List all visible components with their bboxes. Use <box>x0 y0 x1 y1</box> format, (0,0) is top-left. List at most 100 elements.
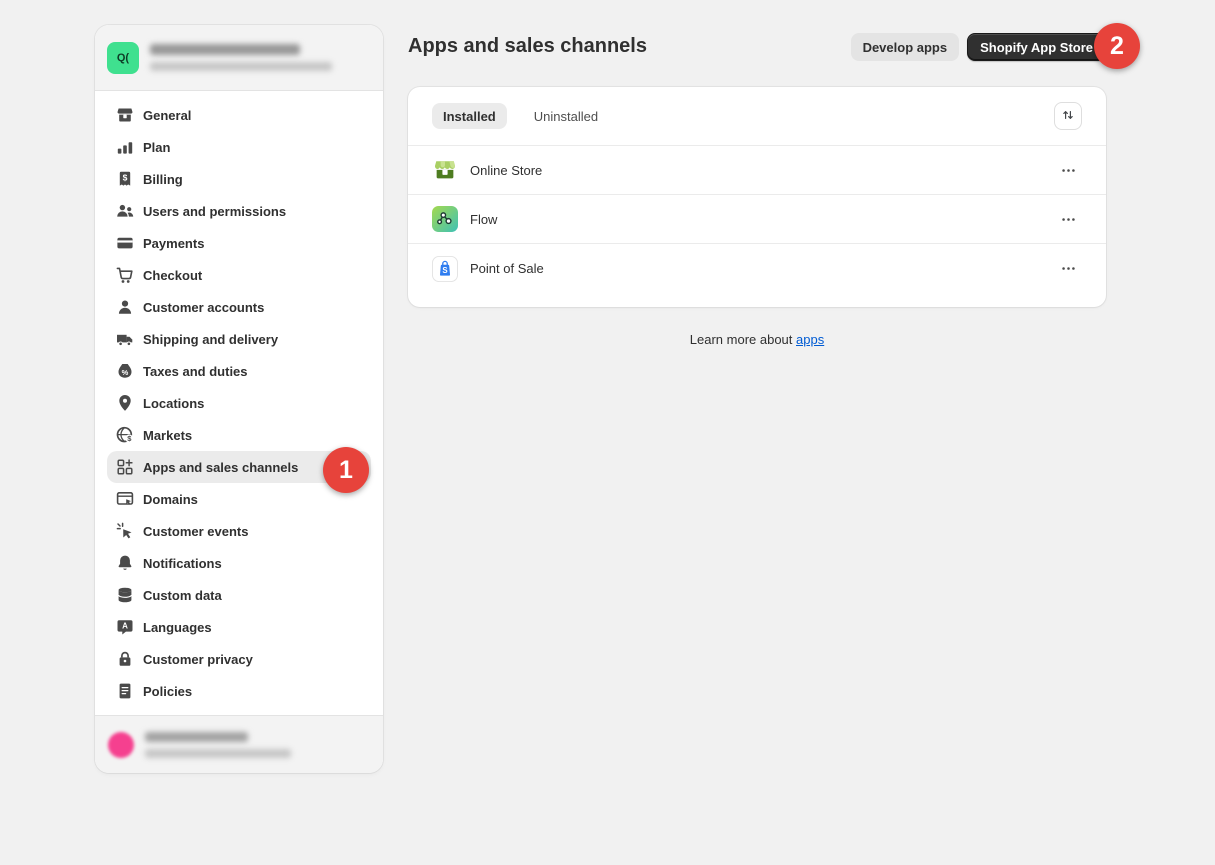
billing-icon: $ <box>115 169 135 189</box>
user-email-redacted <box>145 749 291 758</box>
svg-text:S: S <box>442 266 447 275</box>
sort-arrows-icon <box>1060 107 1076 126</box>
store-email-redacted <box>150 62 332 71</box>
apps-card: Installed Uninstalled Online Store Flow … <box>408 87 1106 307</box>
store-avatar-initials: Q( <box>117 52 129 64</box>
lock-icon <box>115 649 135 669</box>
sidebar-item-general[interactable]: General <box>107 99 371 131</box>
sidebar-item-notifications[interactable]: Notifications <box>107 547 371 579</box>
app-row-flow[interactable]: Flow <box>408 195 1106 244</box>
sidebar-item-customer-events[interactable]: Customer events <box>107 515 371 547</box>
sidebar-item-languages[interactable]: A Languages <box>107 611 371 643</box>
sidebar-item-label: Apps and sales channels <box>143 460 298 475</box>
online-store-icon <box>432 157 458 183</box>
translate-icon: A <box>115 617 135 637</box>
settings-sidebar: Q( General Plan $ Billing Users and perm… <box>95 25 383 773</box>
cart-icon <box>115 265 135 285</box>
user-avatar <box>108 732 134 758</box>
sidebar-item-users-and-permissions[interactable]: Users and permissions <box>107 195 371 227</box>
develop-apps-button[interactable]: Develop apps <box>851 33 960 61</box>
sort-button[interactable] <box>1054 102 1082 130</box>
user-profile[interactable] <box>95 715 383 773</box>
svg-text:A: A <box>122 622 128 631</box>
bell-icon <box>115 553 135 573</box>
sidebar-item-label: Payments <box>143 236 204 251</box>
point-of-sale-menu-button[interactable] <box>1054 258 1082 280</box>
sidebar-item-label: Checkout <box>143 268 202 283</box>
sidebar-item-label: Shipping and delivery <box>143 332 278 347</box>
sidebar-item-customer-accounts[interactable]: Customer accounts <box>107 291 371 323</box>
tab-label: Uninstalled <box>534 109 598 124</box>
sidebar-item-policies[interactable]: Policies <box>107 675 371 707</box>
store-switcher[interactable]: Q( <box>95 25 383 91</box>
app-row-online-store[interactable]: Online Store <box>408 146 1106 195</box>
svg-text:%: % <box>122 368 129 377</box>
sidebar-item-payments[interactable]: Payments <box>107 227 371 259</box>
shopify-app-store-button[interactable]: Shopify App Store <box>967 33 1106 61</box>
annotation-badge-1: 1 <box>323 447 369 493</box>
cursor-click-icon <box>115 521 135 541</box>
apps-link[interactable]: apps <box>796 332 824 347</box>
sidebar-item-label: Domains <box>143 492 198 507</box>
user-name-redacted <box>145 732 248 742</box>
sidebar-item-label: Policies <box>143 684 192 699</box>
app-name: Flow <box>470 212 497 227</box>
users-icon <box>115 201 135 221</box>
location-pin-icon <box>115 393 135 413</box>
sidebar-item-label: Notifications <box>143 556 222 571</box>
sidebar-item-label: Custom data <box>143 588 222 603</box>
flow-icon <box>432 206 458 232</box>
apps-list: Online Store Flow S Point of Sale <box>408 146 1106 293</box>
app-row-point-of-sale[interactable]: S Point of Sale <box>408 244 1106 293</box>
settings-nav: General Plan $ Billing Users and permiss… <box>95 91 383 715</box>
apps-grid-icon <box>115 457 135 477</box>
sidebar-item-label: Locations <box>143 396 204 411</box>
pos-icon: S <box>432 256 458 282</box>
sidebar-item-label: Plan <box>143 140 170 155</box>
tab-uninstalled[interactable]: Uninstalled <box>523 103 609 129</box>
sidebar-item-label: Customer events <box>143 524 248 539</box>
user-info <box>145 732 291 758</box>
app-name: Online Store <box>470 163 542 178</box>
app-name: Point of Sale <box>470 261 544 276</box>
tab-label: Installed <box>443 109 496 124</box>
store-avatar: Q( <box>107 42 139 74</box>
sidebar-item-custom-data[interactable]: Custom data <box>107 579 371 611</box>
sidebar-item-label: Users and permissions <box>143 204 286 219</box>
tab-installed[interactable]: Installed <box>432 103 507 129</box>
sidebar-item-label: Markets <box>143 428 192 443</box>
sidebar-item-billing[interactable]: $ Billing <box>107 163 371 195</box>
domains-icon <box>115 489 135 509</box>
sidebar-item-checkout[interactable]: Checkout <box>107 259 371 291</box>
database-icon <box>115 585 135 605</box>
storefront-icon <box>115 105 135 125</box>
online-store-menu-button[interactable] <box>1054 159 1082 181</box>
learn-more-prefix: Learn more about <box>690 332 796 347</box>
flow-menu-button[interactable] <box>1054 208 1082 230</box>
sidebar-item-taxes-and-duties[interactable]: % Taxes and duties <box>107 355 371 387</box>
truck-icon <box>115 329 135 349</box>
sidebar-item-label: Billing <box>143 172 183 187</box>
sidebar-item-label: Customer privacy <box>143 652 253 667</box>
apps-card-tabbar: Installed Uninstalled <box>408 87 1106 146</box>
sidebar-item-label: Taxes and duties <box>143 364 248 379</box>
annotation-badge-2: 2 <box>1094 23 1140 69</box>
learn-more-text: Learn more about apps <box>408 332 1106 347</box>
taxes-icon: % <box>115 361 135 381</box>
sidebar-item-markets[interactable]: $ Markets <box>107 419 371 451</box>
plan-icon <box>115 137 135 157</box>
sidebar-item-label: Customer accounts <box>143 300 264 315</box>
store-info <box>150 44 332 71</box>
sidebar-item-label: Languages <box>143 620 212 635</box>
person-icon <box>115 297 135 317</box>
header-actions: Develop apps Shopify App Store <box>408 33 1106 61</box>
sidebar-item-shipping-and-delivery[interactable]: Shipping and delivery <box>107 323 371 355</box>
tabs: Installed Uninstalled <box>432 103 609 129</box>
svg-text:$: $ <box>123 173 128 183</box>
payments-icon <box>115 233 135 253</box>
sidebar-item-plan[interactable]: Plan <box>107 131 371 163</box>
sidebar-item-locations[interactable]: Locations <box>107 387 371 419</box>
markets-globe-icon: $ <box>115 425 135 445</box>
store-name-redacted <box>150 44 300 55</box>
sidebar-item-customer-privacy[interactable]: Customer privacy <box>107 643 371 675</box>
